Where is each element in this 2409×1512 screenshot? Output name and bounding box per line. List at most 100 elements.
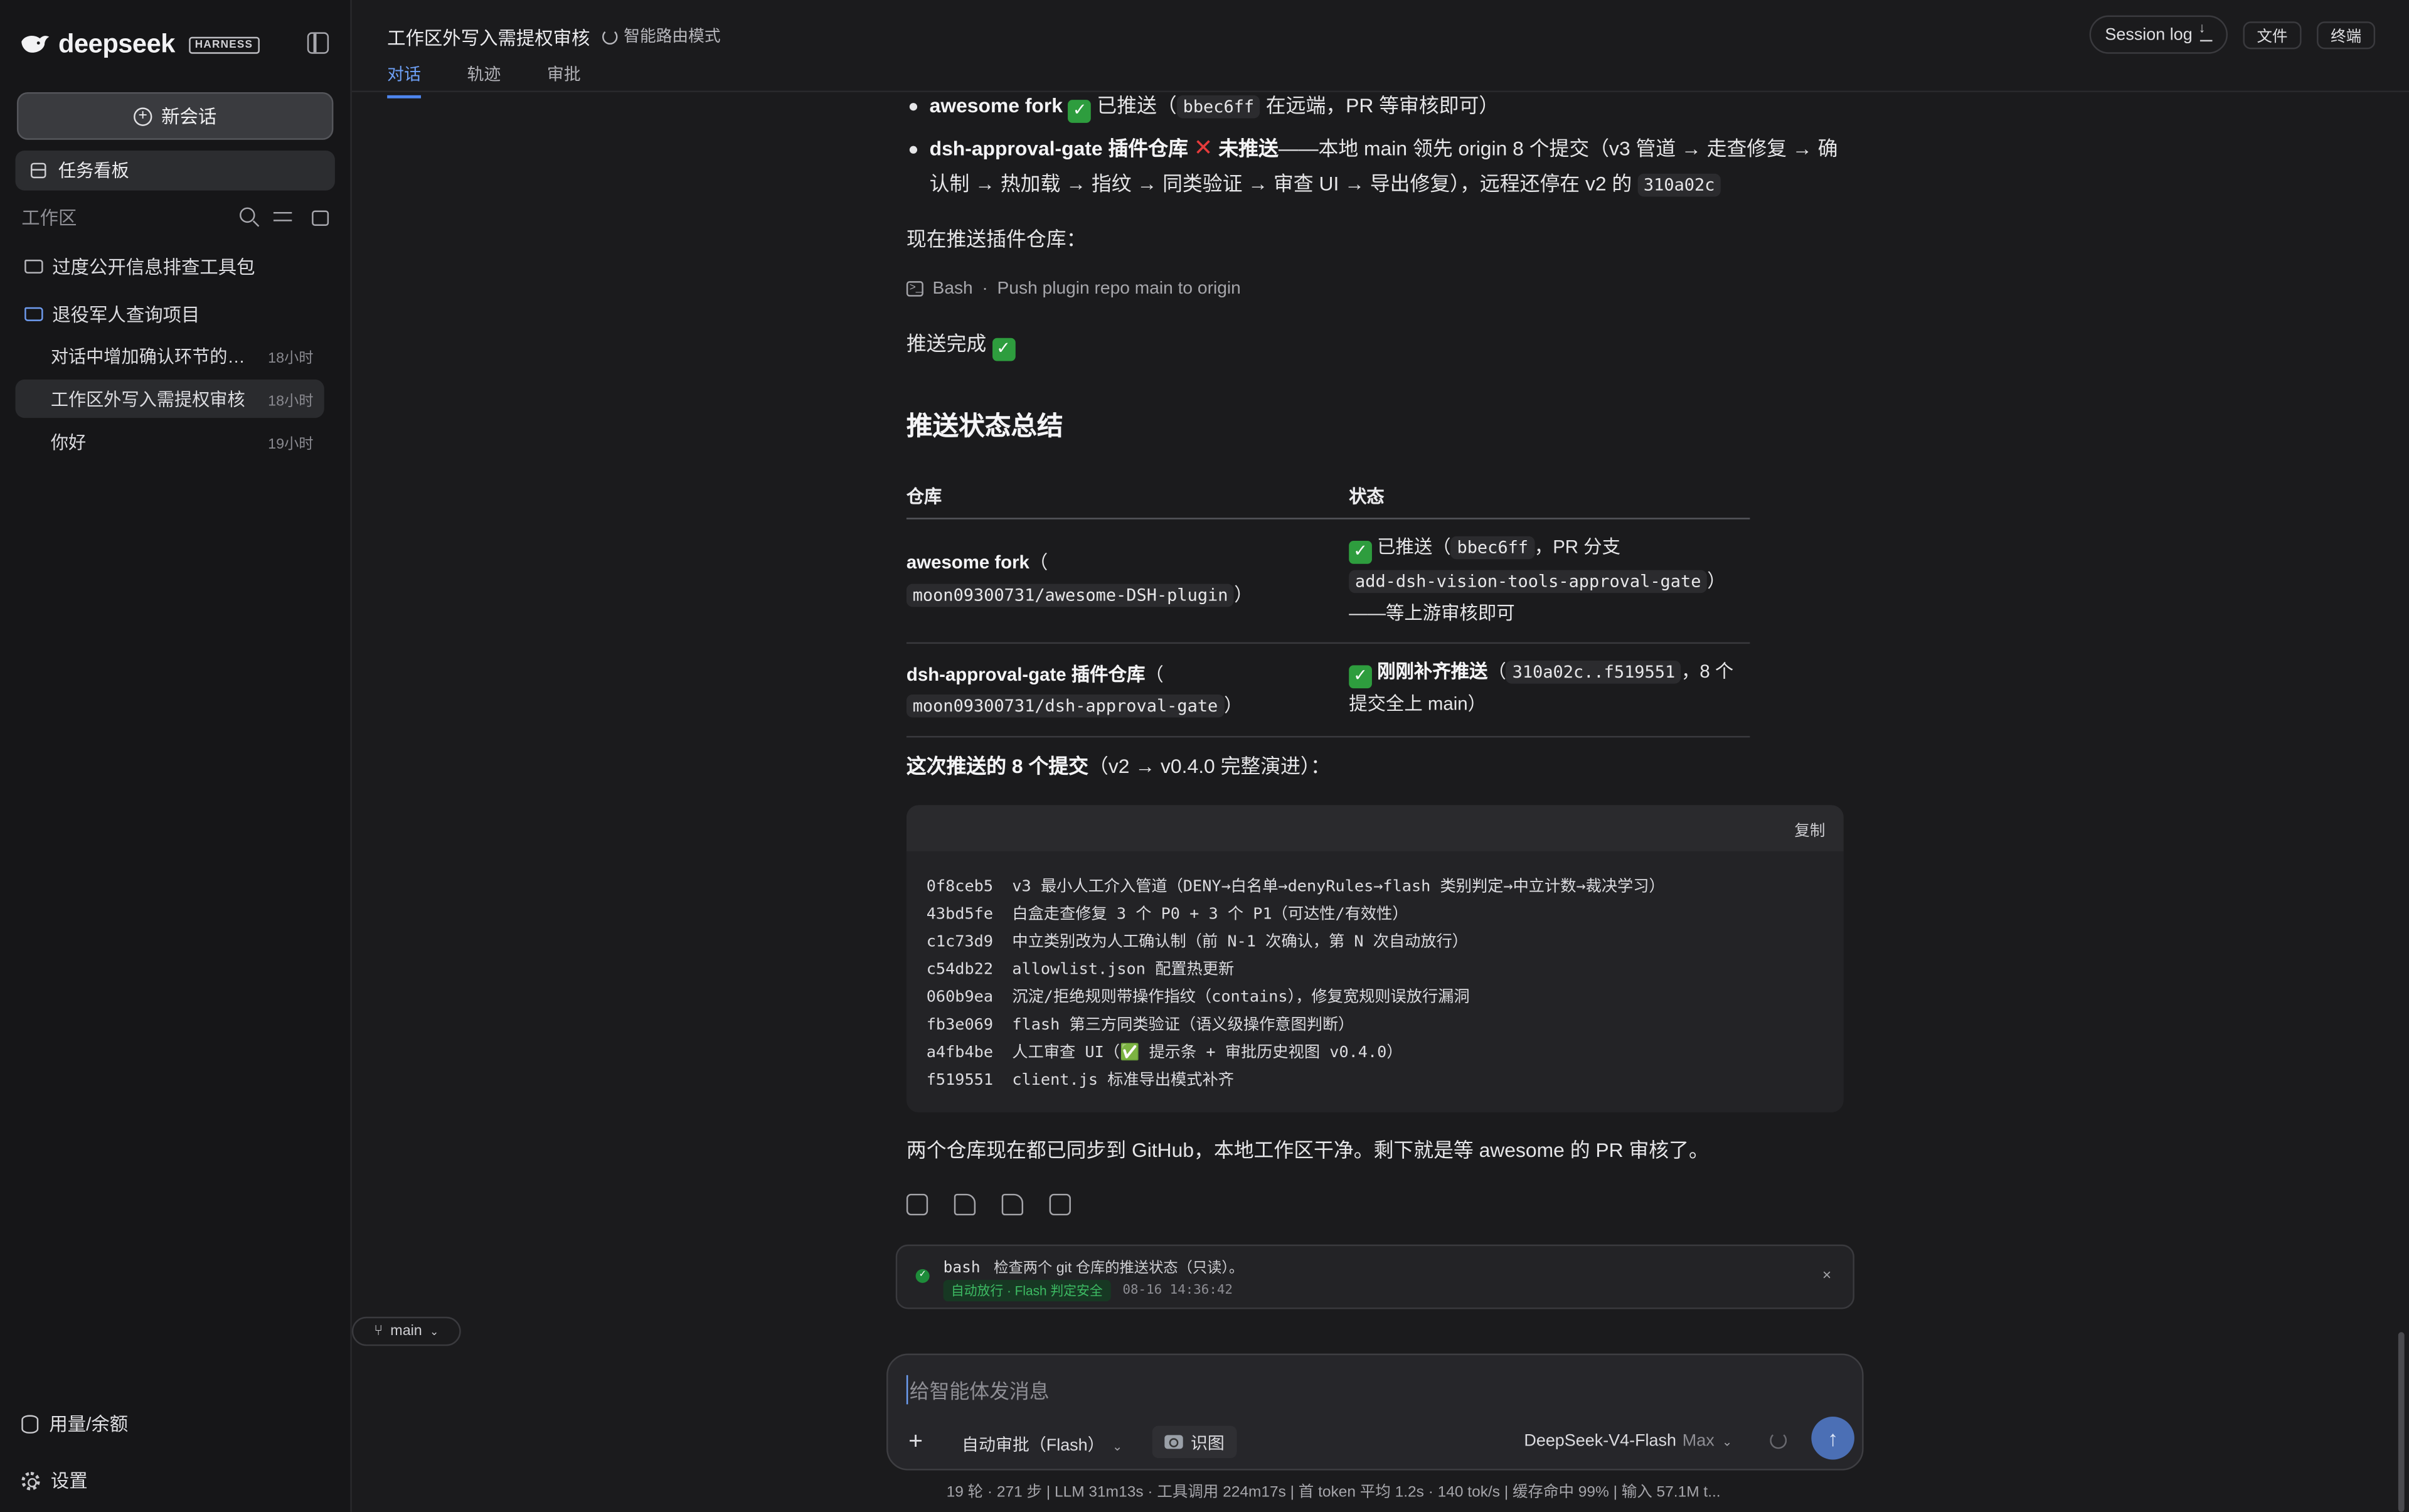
paren: ） xyxy=(1224,694,1243,716)
approval-mode-select[interactable]: 自动审批（Flash） ⌄ xyxy=(962,1432,1122,1456)
branch-icon[interactable] xyxy=(1049,1193,1071,1216)
text: 已推送（ xyxy=(1091,93,1177,117)
status-text: 刚刚补齐推送 xyxy=(1371,659,1488,682)
task-board-button[interactable]: 任务看板 xyxy=(15,151,335,191)
usage-button[interactable]: 用量/余额 xyxy=(21,1410,128,1437)
table-row: dsh-approval-gate 插件仓库（ moon09300731/dsh… xyxy=(906,643,1750,737)
code-line: fb3e069 flash 第三方同类验证（语义级操作意图判断） xyxy=(926,1015,1354,1035)
vision-label: 识图 xyxy=(1190,1434,1225,1453)
repo-path: moon09300731/awesome-DSH-plugin xyxy=(906,583,1235,607)
code-line: 0f8ceb5 v3 最小人工介入管道（DENY→白名单→denyRules→f… xyxy=(926,877,1665,896)
copy-icon[interactable] xyxy=(906,1193,928,1216)
add-attachment-button[interactable]: + xyxy=(900,1427,931,1458)
branch-selector[interactable]: ⑂ main ⌄ xyxy=(351,1316,461,1346)
table-row: awesome fork（ moon09300731/awesome-DSH-p… xyxy=(906,519,1750,643)
code-line: a4fb4be 人工审查 UI（✅ 提示条 + 审批历史视图 v0.4.0） xyxy=(926,1043,1403,1062)
paragraph: 推送完成 ✓ xyxy=(907,327,1844,361)
tool-call-card[interactable]: ✓ bash 检查两个 git 仓库的推送状态（只读）。 自动放行 · Flas… xyxy=(895,1244,1854,1309)
sidebar-toggle-icon[interactable] xyxy=(307,32,329,54)
sidebar: deepseek HARNESS + 新会话 任务看板 工作区 过度公开信息排查… xyxy=(0,0,352,1512)
chevron-down-icon: ⌄ xyxy=(1112,1439,1123,1454)
text: 推送完成 xyxy=(906,331,992,355)
cross-icon: ✕ xyxy=(1193,135,1213,162)
paren: （ xyxy=(1145,663,1164,685)
folder-open-icon xyxy=(24,307,43,321)
new-chat-button[interactable]: + 新会话 xyxy=(16,92,334,140)
thumbs-down-icon[interactable] xyxy=(1001,1193,1024,1216)
terminal-icon: >_ xyxy=(906,281,923,297)
chevron-down-icon: ⌄ xyxy=(429,1326,439,1338)
code-block-body: 0f8ceb5 v3 最小人工介入管道（DENY→白名单→denyRules→f… xyxy=(907,851,1844,1112)
model-select[interactable]: DeepSeek-V4-Flash Max ⌄ xyxy=(1524,1432,1732,1450)
text-bold: 这次推送的 8 个提交 xyxy=(906,754,1089,778)
route-icon xyxy=(602,28,618,44)
thumbs-up-icon[interactable] xyxy=(954,1193,976,1216)
folder-item[interactable]: 退役军人查询项目 xyxy=(24,301,199,327)
tool-call-summary: bash 检查两个 git 仓库的推送状态（只读）。 xyxy=(944,1255,1244,1277)
repo-name: dsh-approval-gate 插件仓库 xyxy=(929,136,1188,160)
auto-approve-badge: 自动放行 · Flash 判定安全 xyxy=(943,1280,1110,1302)
branch-name: add-dsh-vision-tools-approval-gate xyxy=(1349,569,1708,593)
check-icon: ✓ xyxy=(1349,664,1372,688)
scrollbar[interactable] xyxy=(2398,1332,2405,1512)
session-item[interactable]: 对话中增加确认环节的插... 18小时 xyxy=(15,336,324,375)
session-log-button[interactable]: Session log xyxy=(2089,15,2228,54)
table-cell: ✓ 刚刚补齐推送（ 310a02c..f519551 ，8 个提交全上 main） xyxy=(1349,655,1750,723)
message-input[interactable]: 给智能体发消息 xyxy=(906,1375,1050,1405)
commit-hash: bbec6ff xyxy=(1450,536,1534,560)
app-logo[interactable]: deepseek HARNESS xyxy=(20,29,259,60)
paragraph: 两个仓库现在都已同步到 GitHub，本地工作区干净。剩下就是等 awesome… xyxy=(906,1138,1709,1162)
whale-logo-icon xyxy=(21,35,50,53)
branch-name: main xyxy=(390,1323,422,1340)
table-cell: awesome fork（ moon09300731/awesome-DSH-p… xyxy=(906,531,1349,629)
terminal-button[interactable]: 终端 xyxy=(2317,21,2376,49)
tab-approval[interactable]: 审批 xyxy=(547,61,581,98)
check-icon: ✓ xyxy=(992,338,1015,361)
text: 已推送（ xyxy=(1371,536,1451,558)
text: 在远端，PR 等审核即可） xyxy=(1260,93,1499,117)
vision-button[interactable]: 识图 xyxy=(1152,1425,1237,1459)
logo-badge: HARNESS xyxy=(188,36,259,53)
folder-icon xyxy=(24,259,43,274)
status-text: 未推送 xyxy=(1213,136,1279,160)
download-icon xyxy=(2198,20,2213,42)
tab-trace[interactable]: 轨迹 xyxy=(467,61,501,98)
plus-circle-icon: + xyxy=(134,107,152,125)
search-icon[interactable] xyxy=(240,206,255,222)
session-item[interactable]: 你好 19小时 xyxy=(15,422,324,461)
new-chat-label: 新会话 xyxy=(161,105,217,128)
route-mode-indicator[interactable]: 智能路由模式 xyxy=(602,24,721,48)
table-cell: dsh-approval-gate 插件仓库（ moon09300731/dsh… xyxy=(906,655,1349,723)
message-composer[interactable]: 给智能体发消息 + 自动审批（Flash） ⌄ 识图 DeepSeek-V4-Fl… xyxy=(886,1353,1864,1471)
files-button[interactable]: 文件 xyxy=(2243,21,2302,49)
session-title: 你好 xyxy=(50,434,87,453)
timestamp: 08-16 14:36:42 xyxy=(1122,1282,1233,1299)
tab-chat[interactable]: 对话 xyxy=(387,61,422,98)
commit-range: 310a02c..f519551 xyxy=(1506,659,1681,683)
code-line: c1c73d9 中立类别改为人工确认制（前 N-1 次确认，第 N 次自动放行） xyxy=(926,932,1469,951)
session-time: 18小时 xyxy=(268,349,314,367)
board-icon xyxy=(30,162,46,179)
copy-button[interactable]: 复制 xyxy=(1794,817,1825,839)
session-log-label: Session log xyxy=(2105,25,2193,44)
column-header: 仓库 xyxy=(906,487,942,506)
tab-bar: 对话 轨迹 审批 xyxy=(387,61,581,98)
send-button[interactable]: ↑ xyxy=(1811,1416,1854,1460)
repo-name: awesome fork xyxy=(906,551,1029,573)
model-tier: Max xyxy=(1682,1432,1715,1451)
new-folder-icon[interactable] xyxy=(312,210,329,225)
approval-mode-label: 自动审批（Flash） xyxy=(962,1436,1105,1456)
folder-item[interactable]: 过度公开信息排查工具包 xyxy=(24,253,255,280)
check-icon: ✓ xyxy=(1349,541,1372,564)
filter-icon[interactable] xyxy=(273,206,294,226)
tool-call-line[interactable]: >_ Bash · Push plugin repo main to origi… xyxy=(906,280,1241,298)
gear-icon xyxy=(21,1471,40,1490)
settings-button[interactable]: 设置 xyxy=(21,1467,88,1494)
session-item-active[interactable]: 工作区外写入需提权审核 18小时 xyxy=(15,379,324,418)
database-icon xyxy=(21,1414,39,1433)
close-icon[interactable]: × xyxy=(1822,1267,1831,1284)
paren: ） xyxy=(1234,583,1253,605)
repo-path: moon09300731/dsh-approval-gate xyxy=(906,694,1225,718)
repo-name: awesome fork xyxy=(929,93,1063,117)
paragraph: 这次推送的 8 个提交（v2 → v0.4.0 完整演进）： xyxy=(907,750,1844,784)
